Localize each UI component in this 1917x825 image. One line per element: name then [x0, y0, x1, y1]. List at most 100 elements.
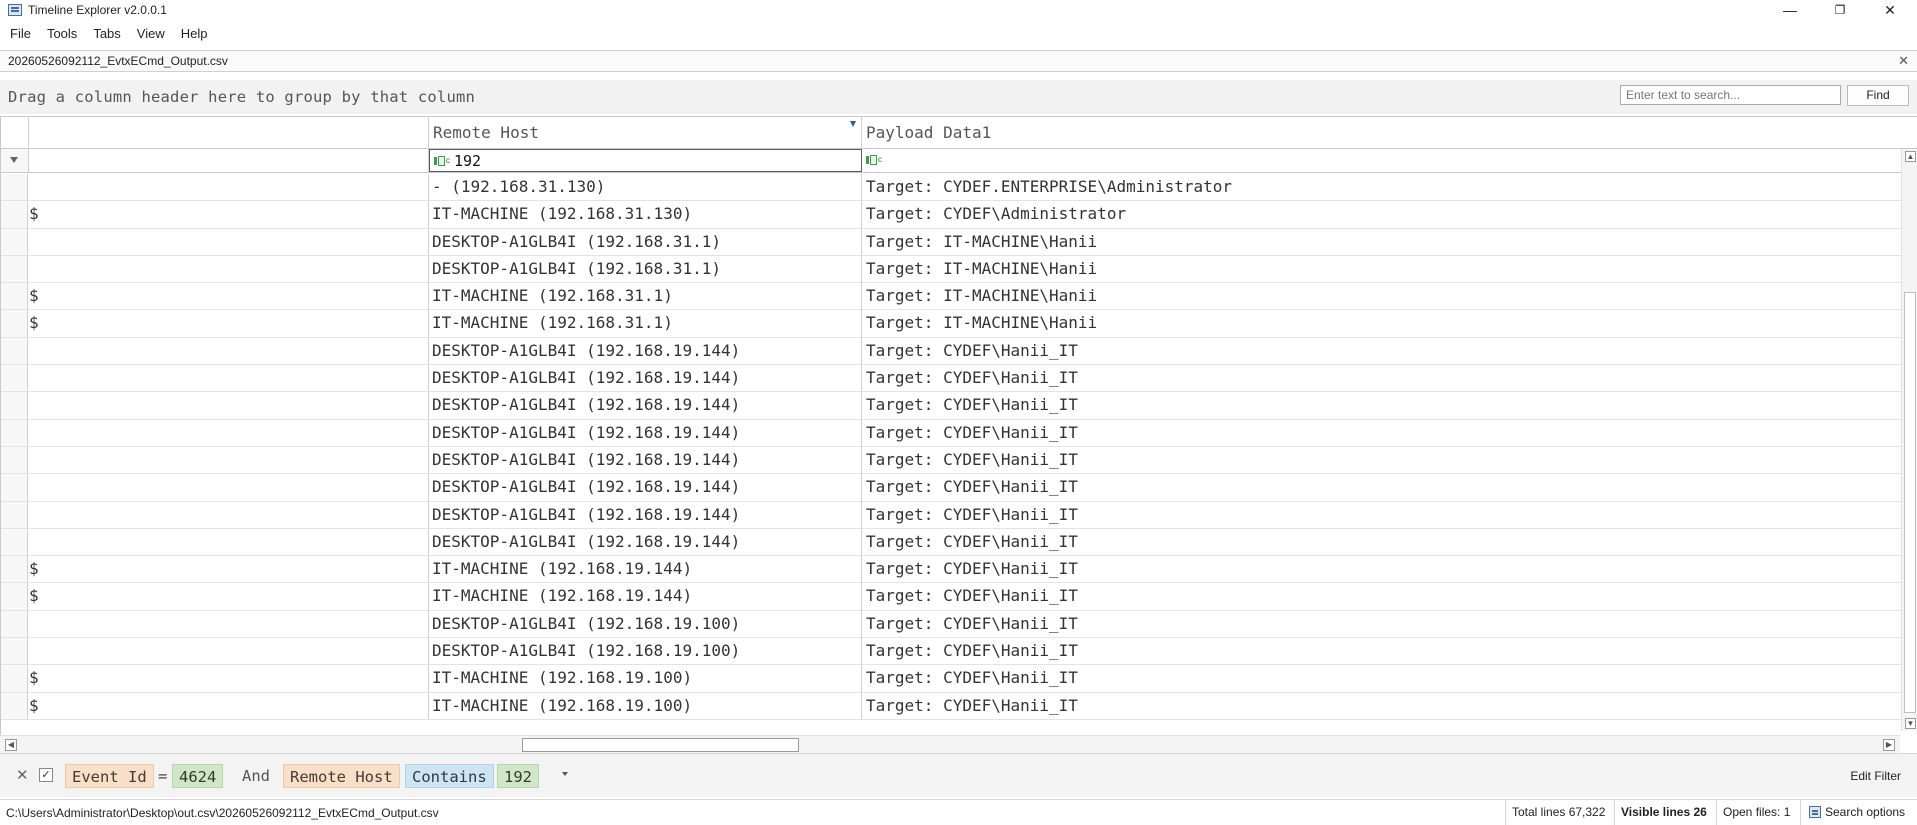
table-row[interactable]: DESKTOP-A1GLB4I (192.168.19.144) Target: … — [1, 337, 1901, 366]
column-header-remote-host[interactable]: Remote Host — [429, 117, 862, 148]
cell-payload-data1[interactable]: Target: CYDEF\Hanii_IT — [862, 665, 1901, 691]
cell-remote-host[interactable]: DESKTOP-A1GLB4I (192.168.19.144) — [429, 337, 862, 365]
cell-remote-host[interactable]: DESKTOP-A1GLB4I (192.168.19.100) — [429, 610, 862, 638]
scroll-up-icon[interactable]: ▲ — [1905, 151, 1916, 162]
scroll-right-icon[interactable]: ▶ — [1883, 739, 1895, 751]
cell-prev[interactable] — [29, 365, 429, 392]
vertical-scrollbar[interactable]: ▲ ▼ — [1901, 149, 1917, 731]
cell-payload-data1[interactable]: Target: CYDEF\Hanii_IT — [862, 502, 1901, 528]
cell-remote-host[interactable]: DESKTOP-A1GLB4I (192.168.19.144) — [429, 392, 862, 419]
row-indicator[interactable] — [1, 392, 28, 419]
filter-cell-prev[interactable] — [29, 149, 429, 172]
cell-payload-data1[interactable]: Target: CYDEF\Hanii_IT — [862, 338, 1901, 364]
table-row[interactable]: DESKTOP-A1GLB4I (192.168.19.144) Target: … — [1, 365, 1901, 393]
remote-host-filter-value[interactable]: 192 — [454, 150, 481, 173]
cell-prev[interactable] — [29, 228, 429, 255]
filter-operator-contains[interactable]: Contains — [405, 764, 494, 788]
scroll-left-icon[interactable]: ◀ — [5, 739, 17, 751]
cell-remote-host[interactable]: DESKTOP-A1GLB4I (192.168.31.1) — [429, 255, 862, 283]
cell-remote-host[interactable]: DESKTOP-A1GLB4I (192.168.19.100) — [429, 638, 862, 665]
row-indicator[interactable] — [1, 638, 28, 665]
cell-payload-data1[interactable]: Target: IT-MACHINE\Hanii — [862, 256, 1901, 282]
cell-prev[interactable]: $ — [29, 283, 429, 310]
cell-payload-data1[interactable]: Target: CYDEF\Administrator — [862, 201, 1901, 227]
cell-prev[interactable] — [29, 174, 429, 201]
filter-field-remote-host[interactable]: Remote Host — [283, 764, 400, 788]
row-indicator[interactable] — [1, 337, 28, 365]
filter-conjunction[interactable]: And — [236, 764, 276, 788]
cell-remote-host[interactable]: - (192.168.31.130) — [429, 174, 862, 201]
cell-prev[interactable] — [29, 446, 429, 474]
cell-payload-data1[interactable]: Target: CYDEF\Hanii_IT — [862, 365, 1901, 391]
edit-filter-button[interactable]: Edit Filter — [1850, 769, 1901, 783]
column-header-prev[interactable] — [29, 117, 429, 148]
cell-prev[interactable] — [29, 638, 429, 665]
cell-prev[interactable]: $ — [29, 692, 429, 719]
table-row[interactable]: DESKTOP-A1GLB4I (192.168.19.100) Target: … — [1, 638, 1901, 666]
cell-prev[interactable] — [29, 528, 429, 556]
cell-payload-data1[interactable]: Target: CYDEF\Hanii_IT — [862, 392, 1901, 418]
horizontal-scrollbar[interactable]: ◀ ▶ — [0, 735, 1900, 753]
file-tab[interactable]: 20260526092112_EvtxECmd_Output.csv — [8, 54, 228, 68]
cell-remote-host[interactable]: DESKTOP-A1GLB4I (192.168.19.144) — [429, 446, 862, 474]
close-window-button[interactable]: ✕ — [1867, 0, 1913, 20]
cell-prev[interactable] — [29, 392, 429, 419]
cell-remote-host[interactable]: IT-MACHINE (192.168.31.1) — [429, 310, 862, 337]
cell-remote-host[interactable]: IT-MACHINE (192.168.19.144) — [429, 583, 862, 610]
scroll-down-icon[interactable]: ▼ — [1905, 718, 1916, 729]
table-row[interactable]: DESKTOP-A1GLB4I (192.168.31.1) Target: IT… — [1, 228, 1901, 256]
cell-prev[interactable]: $ — [29, 310, 429, 337]
cell-remote-host[interactable]: DESKTOP-A1GLB4I (192.168.19.144) — [429, 474, 862, 501]
cell-prev[interactable]: $ — [29, 556, 429, 583]
table-row[interactable]: $ IT-MACHINE (192.168.31.1) Target: IT-MAC… — [1, 310, 1901, 338]
menu-tools[interactable]: Tools — [39, 22, 85, 46]
filter-field-event-id[interactable]: Event Id — [65, 764, 154, 788]
enable-filter-checkbox[interactable]: ✓ — [39, 768, 53, 782]
table-row[interactable]: DESKTOP-A1GLB4I (192.168.19.100) Target: … — [1, 610, 1901, 639]
row-indicator[interactable] — [1, 501, 28, 528]
cell-remote-host[interactable]: IT-MACHINE (192.168.31.130) — [429, 201, 862, 228]
find-button[interactable]: Find — [1847, 85, 1909, 106]
menu-file[interactable]: File — [0, 22, 39, 46]
group-by-panel[interactable]: Drag a column header here to group by th… — [0, 80, 1917, 114]
table-row[interactable]: $ IT-MACHINE (192.168.31.130) Target: CYDE… — [1, 201, 1901, 229]
row-indicator[interactable] — [1, 474, 28, 501]
row-indicator[interactable] — [1, 610, 28, 638]
row-indicator[interactable] — [1, 692, 28, 719]
row-indicator[interactable] — [1, 365, 28, 392]
table-row[interactable]: DESKTOP-A1GLB4I (192.168.19.144) Target: … — [1, 446, 1901, 475]
search-input[interactable] — [1620, 85, 1841, 105]
cell-payload-data1[interactable]: Target: IT-MACHINE\Hanii — [862, 283, 1901, 309]
menu-help[interactable]: Help — [173, 22, 216, 46]
minimize-button[interactable]: — — [1767, 0, 1813, 20]
filter-contains-icon[interactable]: c — [434, 156, 450, 166]
cell-remote-host[interactable]: DESKTOP-A1GLB4I (192.168.19.144) — [429, 528, 862, 556]
cell-payload-data1[interactable]: Target: IT-MACHINE\Hanii — [862, 229, 1901, 255]
cell-payload-data1[interactable]: Target: CYDEF\Hanii_IT — [862, 420, 1901, 446]
cell-prev[interactable]: $ — [29, 583, 429, 610]
cell-payload-data1[interactable]: Target: CYDEF\Hanii_IT — [862, 611, 1901, 637]
search-options-button[interactable]: Search options — [1800, 800, 1911, 825]
menu-tabs[interactable]: Tabs — [85, 22, 128, 46]
vertical-scroll-thumb[interactable] — [1904, 292, 1916, 713]
table-row[interactable]: DESKTOP-A1GLB4I (192.168.19.144) Target: … — [1, 528, 1901, 557]
cell-remote-host[interactable]: IT-MACHINE (192.168.19.100) — [429, 692, 862, 719]
table-row[interactable]: DESKTOP-A1GLB4I (192.168.19.144) Target: … — [1, 501, 1901, 529]
filter-value-event-id[interactable]: 4624 — [172, 764, 224, 788]
cell-remote-host[interactable]: IT-MACHINE (192.168.19.100) — [429, 665, 862, 692]
cell-payload-data1[interactable]: Target: CYDEF\Hanii_IT — [862, 583, 1901, 609]
row-indicator[interactable] — [1, 665, 28, 692]
table-row[interactable]: $ IT-MACHINE (192.168.19.144) Target: CYDE… — [1, 556, 1901, 584]
table-row[interactable]: DESKTOP-A1GLB4I (192.168.19.144) Target: … — [1, 419, 1901, 447]
cell-payload-data1[interactable]: Target: CYDEF\Hanii_IT — [862, 556, 1901, 582]
horizontal-scroll-thumb[interactable] — [522, 738, 799, 752]
row-indicator[interactable] — [1, 310, 28, 337]
row-indicator[interactable] — [1, 419, 28, 446]
cell-payload-data1[interactable]: Target: IT-MACHINE\Hanii — [862, 310, 1901, 336]
row-indicator[interactable] — [1, 228, 28, 255]
cell-remote-host[interactable]: DESKTOP-A1GLB4I (192.168.19.144) — [429, 365, 862, 392]
filter-history-dropdown-icon[interactable] — [562, 772, 568, 776]
table-row[interactable]: DESKTOP-A1GLB4I (192.168.31.1) Target: IT… — [1, 255, 1901, 284]
filter-value-remote-host[interactable]: 192 — [497, 764, 539, 788]
tab-close-icon[interactable]: ✕ — [1898, 53, 1909, 69]
